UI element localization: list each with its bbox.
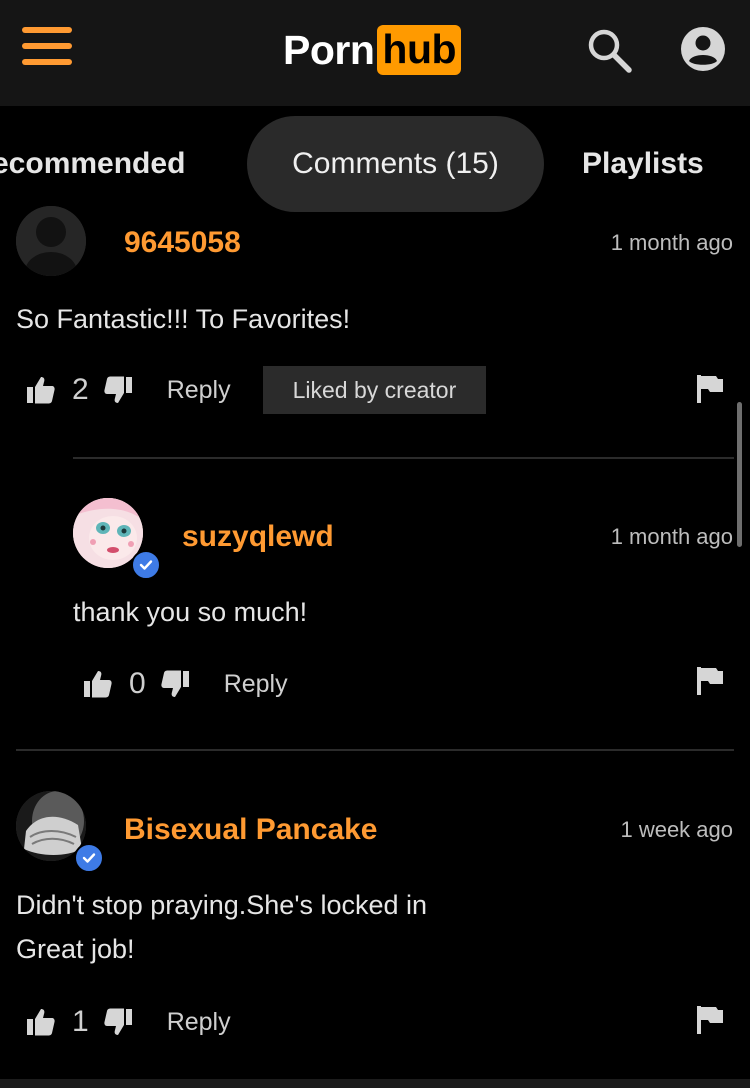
liked-by-creator-badge: Liked by creator (262, 366, 487, 414)
reply-button[interactable]: Reply (224, 670, 288, 699)
comment-text: So Fantastic!!! To Favorites! (16, 304, 351, 334)
comment-actions: 1 Reply (26, 997, 231, 1047)
avatar[interactable] (16, 206, 86, 276)
flag-icon[interactable] (696, 1005, 724, 1035)
account-icon[interactable] (679, 25, 727, 73)
thumbs-up-icon[interactable] (26, 375, 56, 405)
bottom-edge (0, 1079, 750, 1088)
comment-timestamp: 1 week ago (620, 817, 733, 842)
thumbs-up-icon[interactable] (83, 669, 113, 699)
default-avatar-icon (16, 206, 86, 276)
comment-item: Bisexual Pancake 1 week ago Didn't stop … (0, 791, 750, 1071)
reply-button[interactable]: Reply (167, 376, 231, 405)
thumbs-up-icon[interactable] (26, 1007, 56, 1037)
tab-bar: ecommended Comments (15) Playlists (0, 106, 750, 216)
comment-reply: suzyqlewd 1 month ago thank you so much!… (0, 498, 750, 728)
comment-text: thank you so much! (73, 597, 308, 627)
thumbs-down-icon[interactable] (103, 1007, 133, 1037)
top-header: Porn hub (0, 0, 750, 106)
verified-badge-icon (131, 550, 161, 580)
flag-icon[interactable] (696, 374, 724, 404)
like-count: 2 (72, 373, 89, 406)
like-count: 1 (72, 1005, 89, 1038)
logo-text-porn: Porn (283, 26, 375, 73)
logo-text-hub: hub (377, 25, 462, 75)
like-count: 0 (129, 667, 146, 700)
tab-playlists[interactable]: Playlists (582, 116, 704, 212)
search-icon[interactable] (585, 26, 633, 74)
menu-icon[interactable] (22, 27, 72, 65)
comment-username[interactable]: Bisexual Pancake (124, 813, 378, 847)
comment-actions: 2 Reply Liked by creator (26, 365, 487, 415)
flag-icon[interactable] (696, 666, 724, 696)
comment-divider (16, 749, 734, 751)
comment-timestamp: 1 month ago (610, 230, 733, 255)
tab-comments[interactable]: Comments (15) (247, 116, 544, 212)
comment-username[interactable]: suzyqlewd (182, 520, 334, 554)
comment-text-line: Great job! (16, 934, 135, 964)
comment-timestamp: 1 month ago (610, 524, 733, 549)
site-logo[interactable]: Porn hub (283, 24, 462, 76)
thumbs-down-icon[interactable] (160, 669, 190, 699)
comment-username[interactable]: 9645058 (124, 226, 241, 260)
reply-divider (73, 457, 734, 459)
comment-actions: 0 Reply (83, 659, 288, 709)
verified-badge-icon (74, 843, 104, 873)
comment-item: 9645058 1 month ago So Fantastic!!! To F… (0, 206, 750, 456)
scrollbar[interactable] (737, 402, 742, 547)
reply-button[interactable]: Reply (167, 1008, 231, 1037)
tab-recommended[interactable]: ecommended (0, 116, 185, 212)
thumbs-down-icon[interactable] (103, 375, 133, 405)
comment-text-line: Didn't stop praying.She's locked in (16, 890, 428, 920)
